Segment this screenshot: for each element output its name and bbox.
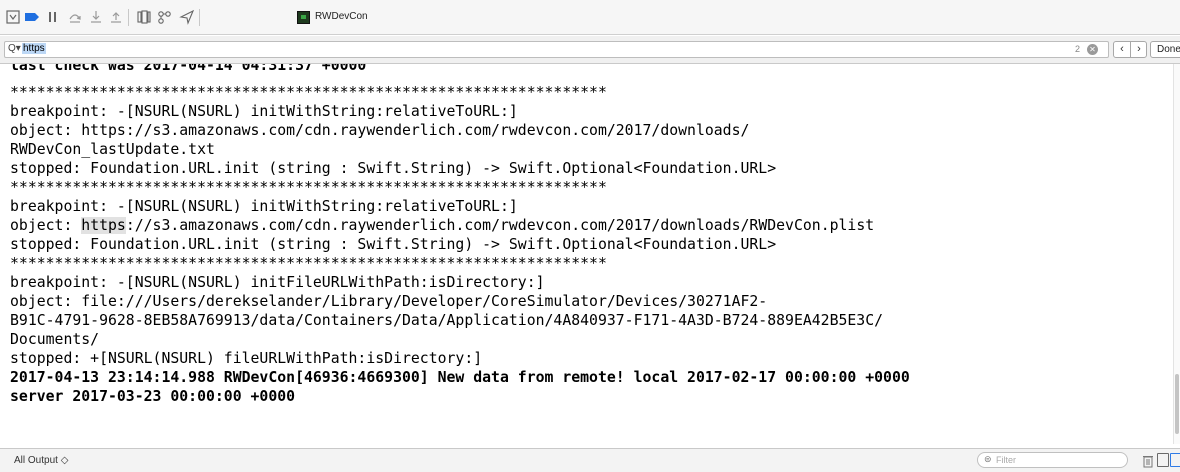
search-match-highlight: https <box>81 217 126 234</box>
previous-match-button[interactable]: ‹ <box>1114 42 1130 57</box>
search-icon: Q▾ <box>8 43 21 54</box>
step-over-icon[interactable] <box>67 9 83 25</box>
console-line: ****************************************… <box>10 255 607 272</box>
console-line: object: https://s3.amazonaws.com/cdn.ray… <box>10 122 750 139</box>
console-line: object: file:///Users/derekselander/Libr… <box>10 293 768 310</box>
console-line: stopped: +[NSURL(NSURL) fileURLWithPath:… <box>10 350 483 367</box>
filter-icon: ⊜ <box>984 454 992 464</box>
pause-icon[interactable] <box>45 9 61 25</box>
clear-search-icon[interactable]: ✕ <box>1087 44 1098 55</box>
console-line: RWDevCon_lastUpdate.txt <box>10 141 215 158</box>
filter-placeholder: Filter <box>996 455 1016 465</box>
console-line-highlighted: object: https://s3.amazonaws.com/cdn.ray… <box>10 217 874 235</box>
console-line: 2017-04-13 23:14:14.988 RWDevCon[46936:4… <box>10 369 910 386</box>
toolbar-separator <box>128 9 129 26</box>
search-input[interactable]: Q▾ https 2 ✕ <box>4 41 1109 58</box>
step-in-icon[interactable] <box>88 9 104 25</box>
step-out-icon[interactable] <box>108 9 124 25</box>
filter-input[interactable]: ⊜ Filter <box>977 452 1128 468</box>
line-rest: ://s3.amazonaws.com/cdn.raywenderlich.co… <box>125 217 875 234</box>
memory-graph-icon[interactable] <box>157 9 173 25</box>
console-line: breakpoint: -[NSURL(NSURL) initWithStrin… <box>10 198 518 215</box>
console-line: breakpoint: -[NSURL(NSURL) initFileURLWi… <box>10 274 545 291</box>
app-name[interactable]: RWDevCon <box>315 11 368 22</box>
output-filter-select[interactable]: All Output ◇ <box>14 455 68 466</box>
console-bottom-bar: All Output ◇ ⊜ Filter <box>0 448 1180 472</box>
scrollbar-thumb[interactable] <box>1175 374 1179 434</box>
variables-view-toggle-icon[interactable] <box>1157 453 1169 467</box>
console-line: stopped: Foundation.URL.init (string : S… <box>10 160 777 177</box>
match-navigation: ‹ › <box>1113 41 1147 58</box>
location-icon[interactable] <box>179 9 195 25</box>
console-line: last check was 2017-04-14 04:31:37 +0000 <box>10 64 367 74</box>
toolbar-separator <box>199 9 200 26</box>
view-debugger-icon[interactable] <box>136 9 152 25</box>
console-line: ****************************************… <box>10 179 607 196</box>
search-query[interactable]: https <box>22 43 46 54</box>
console-line: server 2017-03-23 00:00:00 +0000 <box>10 388 296 405</box>
console-line: stopped: Foundation.URL.init (string : S… <box>10 236 777 253</box>
hide-debug-area-icon[interactable] <box>5 9 21 25</box>
console-view-toggle-icon[interactable] <box>1170 453 1180 467</box>
next-match-button[interactable]: › <box>1131 42 1147 57</box>
console-line: breakpoint: -[NSURL(NSURL) initWithStrin… <box>10 103 518 120</box>
match-count: 2 <box>1075 44 1081 54</box>
console-line: Documents/ <box>10 331 100 348</box>
console-output[interactable]: last check was 2017-04-14 04:31:37 +0000… <box>0 64 1173 444</box>
breakpoints-active-icon[interactable] <box>24 9 40 25</box>
trash-icon[interactable] <box>1142 454 1154 468</box>
app-icon <box>297 11 310 24</box>
console-line: ****************************************… <box>10 84 607 101</box>
done-button[interactable]: Done <box>1150 41 1180 58</box>
console-line: B91C-4791-9628-8EB58A769913/data/Contain… <box>10 312 884 329</box>
console-search-bar: Q▾ https 2 ✕ ‹ › Done <box>0 36 1180 64</box>
debug-toolbar: RWDevCon <box>0 0 1180 35</box>
console-scrollbar[interactable] <box>1173 64 1180 444</box>
line-prefix: object: <box>10 217 82 234</box>
